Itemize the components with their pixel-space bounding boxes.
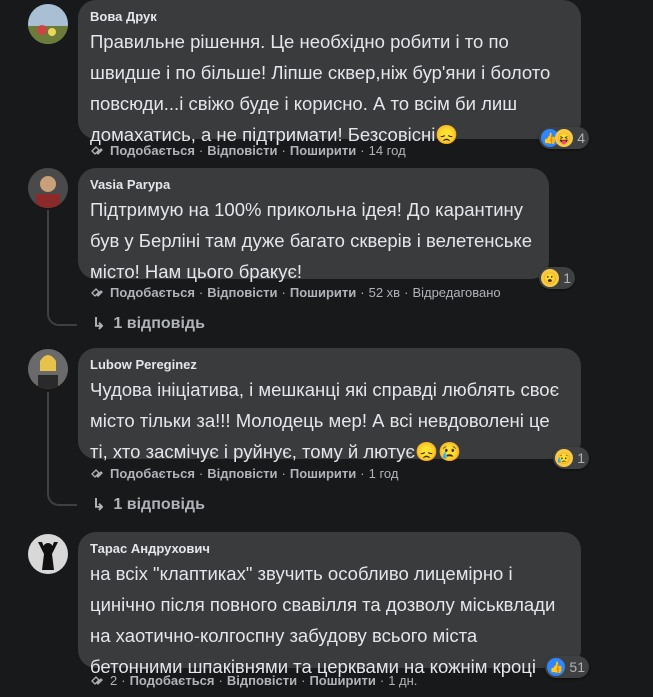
view-replies-link[interactable]: ↳ 1 відповідь (92, 495, 205, 515)
comment-bubble: Тарас Андрухович на всіх "клаптиках" зву… (78, 532, 589, 678)
comment-actions: Подобається · Відповісти · Поширити · 14 го… (90, 143, 406, 158)
share-count[interactable]: 2 (110, 673, 117, 688)
timestamp[interactable]: 1 дн. (388, 673, 417, 688)
share-button[interactable]: Поширити (290, 285, 356, 300)
share-button[interactable]: Поширити (309, 673, 375, 688)
wow-icon: 😮 (541, 269, 560, 287)
edited-label: Відредаговано (412, 285, 501, 300)
comment-author[interactable]: Lubow Pereginez (90, 356, 569, 374)
comment-author[interactable]: Вова Друк (90, 8, 569, 26)
comment-author[interactable]: Тарас Андрухович (90, 540, 569, 558)
timestamp[interactable]: 52 хв (369, 285, 400, 300)
link-icon (91, 675, 103, 685)
reply-button[interactable]: Відповісти (207, 143, 277, 158)
reaction-count: 4 (577, 130, 585, 146)
avatar[interactable] (28, 168, 68, 208)
reaction-summary[interactable]: 😮 1 (539, 267, 575, 289)
avatar[interactable] (28, 349, 68, 389)
thread-line (47, 210, 49, 310)
like-icon: 👍 (547, 658, 566, 676)
comment-bubble: Vasia Parypa Підтримую на 100% прикольна… (78, 168, 575, 289)
reaction-count: 1 (577, 450, 585, 466)
reply-arrow-icon: ↳ (92, 316, 106, 333)
comment-bubble: Вова Друк Правильне рішення. Це необхідн… (78, 0, 589, 149)
reaction-count: 1 (563, 270, 571, 286)
sad-icon: 😥 (555, 449, 574, 467)
thread-line (47, 392, 49, 490)
comment-text: Чудова ініціатива, і мешканці які справд… (90, 379, 560, 462)
reply-button[interactable]: Відповісти (207, 285, 277, 300)
reaction-summary[interactable]: 👍 51 (545, 656, 589, 678)
link-icon (91, 287, 103, 297)
reply-button[interactable]: Відповісти (207, 466, 277, 481)
view-replies-link[interactable]: ↳ 1 відповідь (92, 314, 205, 334)
reply-button[interactable]: Відповісти (227, 673, 297, 688)
comment-actions: Подобається · Відповісти · Поширити · 1 год (90, 466, 398, 481)
avatar[interactable] (28, 534, 68, 574)
reaction-count: 51 (569, 659, 585, 675)
link-icon (91, 468, 103, 478)
comment-actions: 2 · Подобається · Відповісти · Поширити · 1 … (90, 673, 417, 688)
reaction-summary[interactable]: 😥 1 (553, 447, 589, 469)
comment-text: Підтримую на 100% прикольна ідея! До кар… (90, 199, 532, 282)
avatar[interactable] (28, 4, 68, 44)
comment-text: на всіх "клаптиках" звучить особливо лиц… (90, 563, 556, 677)
comment-bubble: Lubow Pereginez Чудова ініціатива, і меш… (78, 348, 589, 469)
timestamp[interactable]: 1 год (369, 466, 399, 481)
reply-arrow-icon: ↳ (92, 497, 106, 514)
comment-author[interactable]: Vasia Parypa (90, 176, 537, 194)
like-button[interactable]: Подобається (110, 466, 195, 481)
comment-text: Правильне рішення. Це необхідно робити і… (90, 31, 551, 145)
thread-connector (47, 490, 77, 506)
comment-actions: Подобається · Відповісти · Поширити · 52 хв… (90, 285, 501, 300)
thread-connector (47, 310, 77, 326)
like-button[interactable]: Подобається (110, 143, 195, 158)
laugh-icon: 😝 (555, 129, 574, 147)
like-button[interactable]: Подобається (130, 673, 215, 688)
reaction-summary[interactable]: 👍 😝 4 (539, 127, 589, 149)
link-icon (91, 145, 103, 155)
timestamp[interactable]: 14 год (369, 143, 406, 158)
share-button[interactable]: Поширити (290, 143, 356, 158)
share-button[interactable]: Поширити (290, 466, 356, 481)
like-button[interactable]: Подобається (110, 285, 195, 300)
